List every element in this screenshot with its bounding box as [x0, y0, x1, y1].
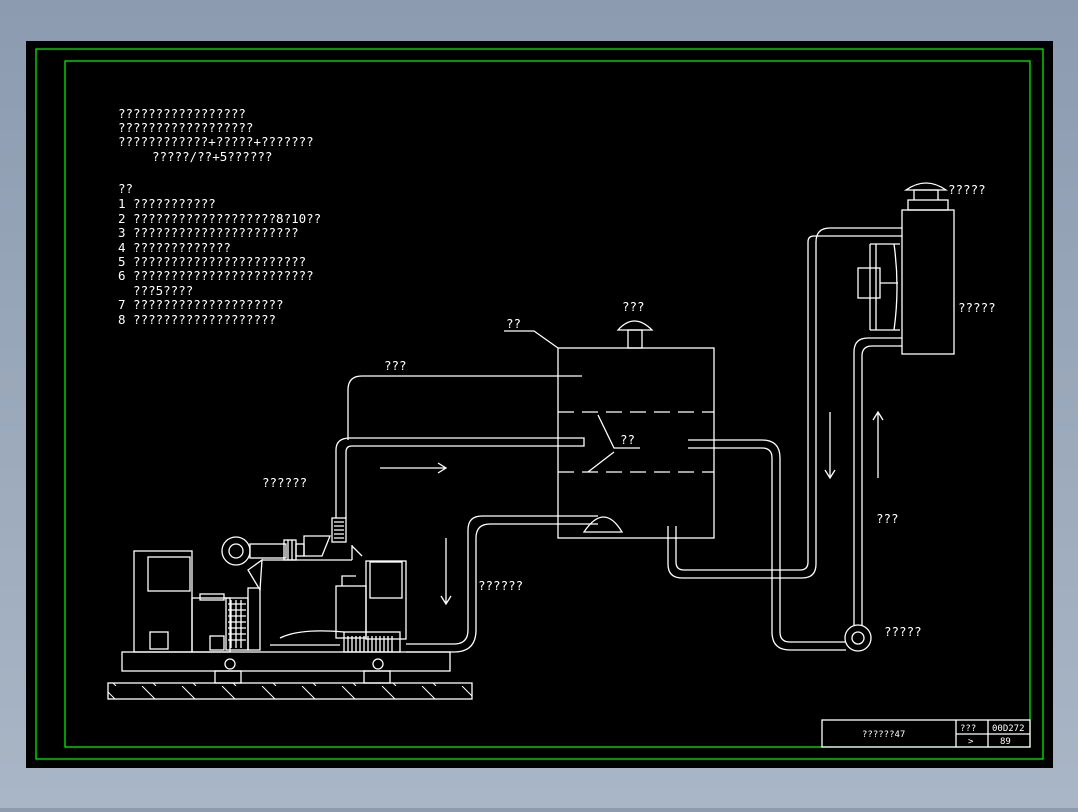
foundation: [107, 682, 473, 700]
note-item: 5 ???????????????????????: [118, 254, 306, 269]
label-overflow-pipe: ???: [384, 358, 407, 373]
title-block-label-1: ???: [960, 724, 976, 734]
note-item: 4 ?????????????: [118, 240, 231, 255]
label-level: ??: [620, 432, 635, 447]
note-item: 2 ???????????????????8?10??: [118, 211, 321, 226]
note-title-line: ????????????+?????+???????: [118, 134, 314, 149]
note-item: 6 ????????????????????????: [118, 268, 314, 283]
label-return-pipe: ??????: [478, 578, 523, 593]
title-block-label-2: >: [968, 737, 974, 747]
note-item: 8 ???????????????????: [118, 312, 276, 327]
note-title-line: ?????/??+5??????: [152, 149, 272, 164]
note-title-line: ?????????????????: [118, 106, 246, 121]
note-heading: ??: [118, 181, 133, 196]
title-block-value-2: 89: [1000, 737, 1011, 747]
label-exhaust: ??????: [262, 475, 307, 490]
note-item: 3 ??????????????????????: [118, 225, 299, 240]
note-item: ???5????: [118, 283, 193, 298]
title-block-name: ??????47: [862, 730, 905, 740]
label-pump: ?????: [884, 624, 922, 639]
label-tank: ??: [506, 316, 521, 331]
title-block-value-1: 00D272: [992, 724, 1025, 734]
label-vent-cap: ???: [622, 299, 645, 314]
label-supply-pipe: ???: [876, 511, 899, 526]
label-radiator: ?????: [958, 300, 996, 315]
note-title-line: ??????????????????: [118, 120, 253, 135]
label-radiator-cap: ?????: [948, 182, 986, 197]
cad-drawing: ????????????????? ?????????????????? ???…: [26, 41, 1053, 768]
note-item: 7 ????????????????????: [118, 297, 284, 312]
note-item: 1 ???????????: [118, 196, 216, 211]
drawing-window: ????????????????? ?????????????????? ???…: [0, 0, 1078, 808]
